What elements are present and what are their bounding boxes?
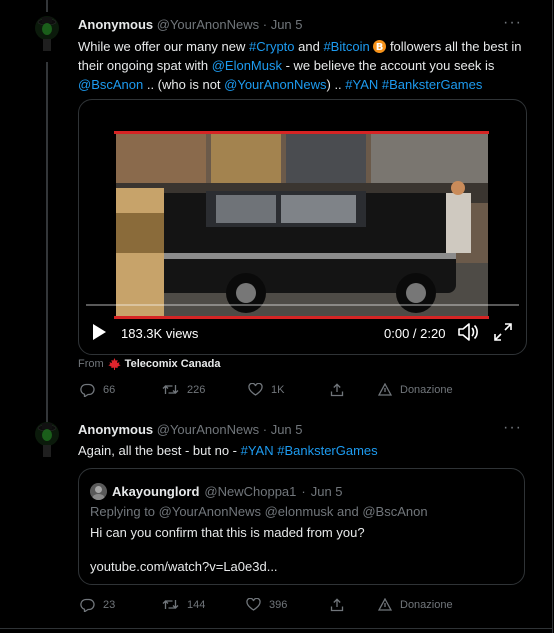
video-progress-bar[interactable] (86, 304, 519, 306)
tweet-text: Again, all the best - but no - #YAN #Ban… (78, 443, 378, 458)
video-player[interactable]: 183.3K views 0:00 / 2:20 (78, 99, 527, 355)
author-handle[interactable]: @YourAnonNews (157, 17, 259, 32)
play-icon[interactable] (93, 324, 106, 340)
mention-elonmusk[interactable]: @ElonMusk (212, 58, 282, 73)
like-count: 1K (271, 383, 285, 396)
retweet-button[interactable]: 226 (162, 383, 205, 396)
mention-youranonnews[interactable]: @YourAnonNews (224, 77, 326, 92)
thread-line-middle (46, 62, 48, 424)
separator-dot: · (301, 484, 306, 499)
share-icon (330, 383, 344, 397)
separator-dot: · (262, 17, 268, 32)
source-attribution: From Telecomix Canada (78, 358, 220, 370)
reply-button[interactable]: 23 (80, 598, 115, 612)
donation-icon (378, 383, 392, 396)
reply-count: 66 (103, 384, 116, 396)
retweet-icon (162, 600, 179, 609)
hashtag-banksters[interactable]: #BanksterGames (382, 77, 482, 92)
tweet-actions: 23 144 396 Donazione (78, 598, 518, 618)
share-button[interactable] (330, 383, 344, 397)
fullscreen-icon[interactable] (493, 322, 513, 342)
quote-author-handle[interactable]: @NewChoppa1 (204, 484, 296, 499)
reply-icon (80, 383, 95, 397)
like-count: 396 (269, 598, 288, 611)
retweet-icon (162, 385, 179, 394)
author-handle[interactable]: @YourAnonNews (157, 422, 259, 437)
share-icon (330, 598, 344, 612)
reply-button[interactable]: 66 (80, 383, 115, 397)
quote-author-name[interactable]: Akayounglord (112, 484, 199, 499)
video-controls: 183.3K views 0:00 / 2:20 (79, 318, 526, 348)
donation-icon (378, 598, 392, 611)
replying-to: Replying to @YourAnonNews @elonmusk and … (90, 504, 428, 519)
like-icon (248, 383, 263, 396)
mention-bscanon[interactable]: @BscAnon (78, 77, 143, 92)
tweet-header: Anonymous @YourAnonNews · Jun 5 (78, 422, 303, 437)
volume-icon[interactable] (457, 322, 479, 342)
video-time: 0:00 / 2:20 (384, 326, 446, 341)
video-thumbnail[interactable] (116, 133, 488, 319)
retweet-count: 226 (187, 383, 206, 396)
donation-label: Donazione (400, 383, 453, 396)
anonymous-avatar-icon[interactable] (33, 14, 61, 52)
author-name[interactable]: Anonymous (78, 422, 153, 437)
quoted-tweet[interactable]: Akayounglord @NewChoppa1 · Jun 5 Replyin… (78, 468, 525, 585)
tweet-header: Anonymous @YourAnonNews · Jun 5 (78, 17, 303, 32)
donation-button[interactable]: Donazione (378, 383, 453, 396)
separator-dot: · (262, 422, 268, 437)
timeline: Anonymous @YourAnonNews · Jun 5 ··· Whil… (0, 0, 553, 633)
quote-avatar[interactable] (90, 483, 107, 500)
reply-count: 23 (103, 599, 116, 611)
retweet-button[interactable]: 144 (162, 598, 205, 611)
hashtag-yan[interactable]: #YAN (345, 77, 378, 92)
share-button[interactable] (330, 598, 344, 612)
quote-link[interactable]: youtube.com/watch?v=La0e3d... (90, 559, 278, 574)
author-name[interactable]: Anonymous (78, 17, 153, 32)
donation-label: Donazione (400, 598, 453, 611)
svg-text:B: B (376, 42, 384, 53)
retweet-count: 144 (187, 598, 206, 611)
quote-header: Akayounglord @NewChoppa1 · Jun 5 (90, 483, 343, 500)
divider (0, 628, 553, 629)
hashtag-banksters[interactable]: #BanksterGames (277, 443, 377, 458)
hashtag-bitcoin[interactable]: #Bitcoin (323, 39, 369, 54)
tweet-text: While we offer our many new #Crypto and … (78, 39, 522, 92)
bitcoin-icon: B (373, 40, 387, 53)
hashtag-yan[interactable]: #YAN (241, 443, 274, 458)
tweet-date[interactable]: Jun 5 (271, 17, 303, 32)
quote-text: Hi can you confirm that this is maded fr… (90, 525, 365, 540)
from-label: From (78, 358, 104, 370)
quote-date[interactable]: Jun 5 (311, 484, 343, 499)
video-frame-border-top (114, 131, 489, 134)
tweet-date[interactable]: Jun 5 (271, 422, 303, 437)
tweet-actions: 66 226 1K Donazione (78, 383, 518, 403)
maple-leaf-icon (108, 358, 121, 370)
source-name[interactable]: Telecomix Canada (125, 358, 221, 370)
like-icon (246, 598, 261, 611)
like-button[interactable]: 396 (246, 598, 287, 611)
hashtag-crypto[interactable]: #Crypto (249, 39, 295, 54)
view-count: 183.3K views (121, 326, 199, 341)
thread-line-top (46, 0, 48, 12)
more-options-button[interactable]: ··· (503, 419, 522, 437)
donation-button[interactable]: Donazione (378, 598, 453, 611)
like-button[interactable]: 1K (248, 383, 284, 396)
reply-icon (80, 598, 95, 612)
anonymous-avatar-icon[interactable] (33, 420, 61, 458)
more-options-button[interactable]: ··· (503, 14, 522, 32)
